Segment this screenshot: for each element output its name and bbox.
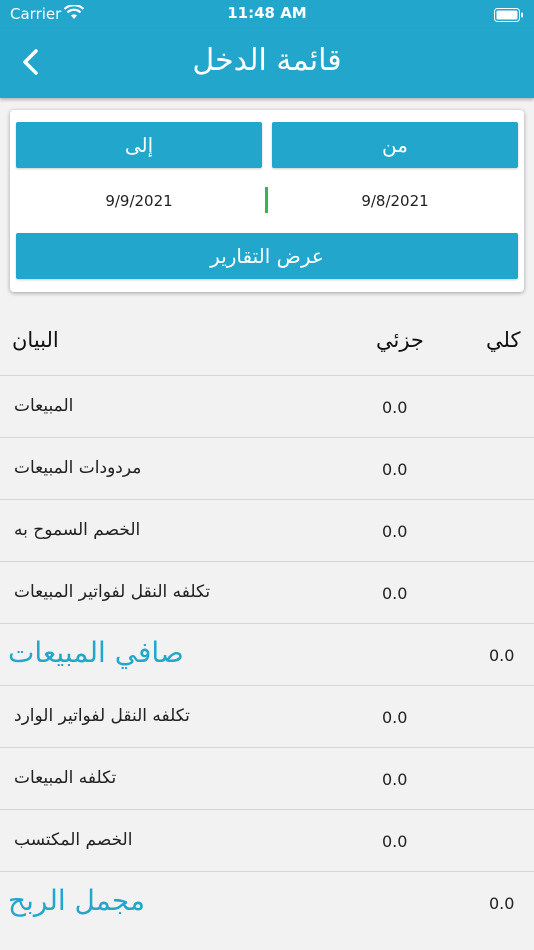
row-partial-value: 0.0 xyxy=(382,522,408,541)
row-label: الخصم السموح به xyxy=(14,520,141,540)
from-date-value[interactable]: 9/8/2021 xyxy=(272,192,518,210)
row-total-value: 0.0 xyxy=(489,646,515,665)
battery-icon xyxy=(494,7,524,26)
header-description: البيان xyxy=(12,328,59,352)
from-date-button[interactable]: من xyxy=(272,122,518,168)
table-row: تكلفه النقل لفواتير المبيعات 0.0 xyxy=(0,561,534,623)
header-partial: جزئي xyxy=(376,328,424,352)
row-label: الخصم المكتسب xyxy=(14,830,133,850)
row-partial-value: 0.0 xyxy=(382,398,408,417)
table-header: البيان جزئي كلي xyxy=(0,300,534,375)
status-time: 11:48 AM xyxy=(227,4,307,22)
row-label: تكلفه النقل لفواتير المبيعات xyxy=(14,582,211,602)
table-row: المبيعات 0.0 xyxy=(0,375,534,437)
table-row: تكلفه المبيعات 0.0 xyxy=(0,747,534,809)
subtotal-row: مجمل الربح 0.0 xyxy=(0,871,534,933)
row-partial-value: 0.0 xyxy=(382,460,408,479)
table-row: تكلفه النقل لفواتير الوارد 0.0 xyxy=(0,685,534,747)
table-row: الخصم المكتسب 0.0 xyxy=(0,809,534,871)
table-row: مردودات المبيعات 0.0 xyxy=(0,437,534,499)
row-partial-value: 0.0 xyxy=(382,832,408,851)
header-total: كلي xyxy=(486,328,521,352)
table-row: الخصم السموح به 0.0 xyxy=(0,499,534,561)
to-date-button[interactable]: إلى xyxy=(16,122,262,168)
nav-bar: قائمة الدخل xyxy=(0,28,534,98)
row-label: تكلفه المبيعات xyxy=(14,768,117,788)
to-date-value[interactable]: 9/9/2021 xyxy=(16,192,262,210)
page-title: قائمة الدخل xyxy=(192,43,342,78)
subtotal-label: مجمل الربح xyxy=(8,884,145,917)
status-bar: Carrier 11:48 AM xyxy=(0,0,534,28)
subtotal-row: صافي المبيعات 0.0 xyxy=(0,623,534,685)
date-divider xyxy=(265,187,268,213)
row-label: مردودات المبيعات xyxy=(14,458,142,478)
row-label: تكلفه النقل لفواتير الوارد xyxy=(14,706,190,726)
row-total-value: 0.0 xyxy=(489,894,515,913)
subtotal-label: صافي المبيعات xyxy=(8,636,184,669)
row-label: المبيعات xyxy=(14,396,74,416)
row-partial-value: 0.0 xyxy=(382,770,408,789)
row-partial-value: 0.0 xyxy=(382,708,408,727)
date-filter-card: إلى من 9/9/2021 9/8/2021 عرض التقارير xyxy=(10,110,524,292)
show-reports-button[interactable]: عرض التقارير xyxy=(16,233,518,279)
row-partial-value: 0.0 xyxy=(382,584,408,603)
